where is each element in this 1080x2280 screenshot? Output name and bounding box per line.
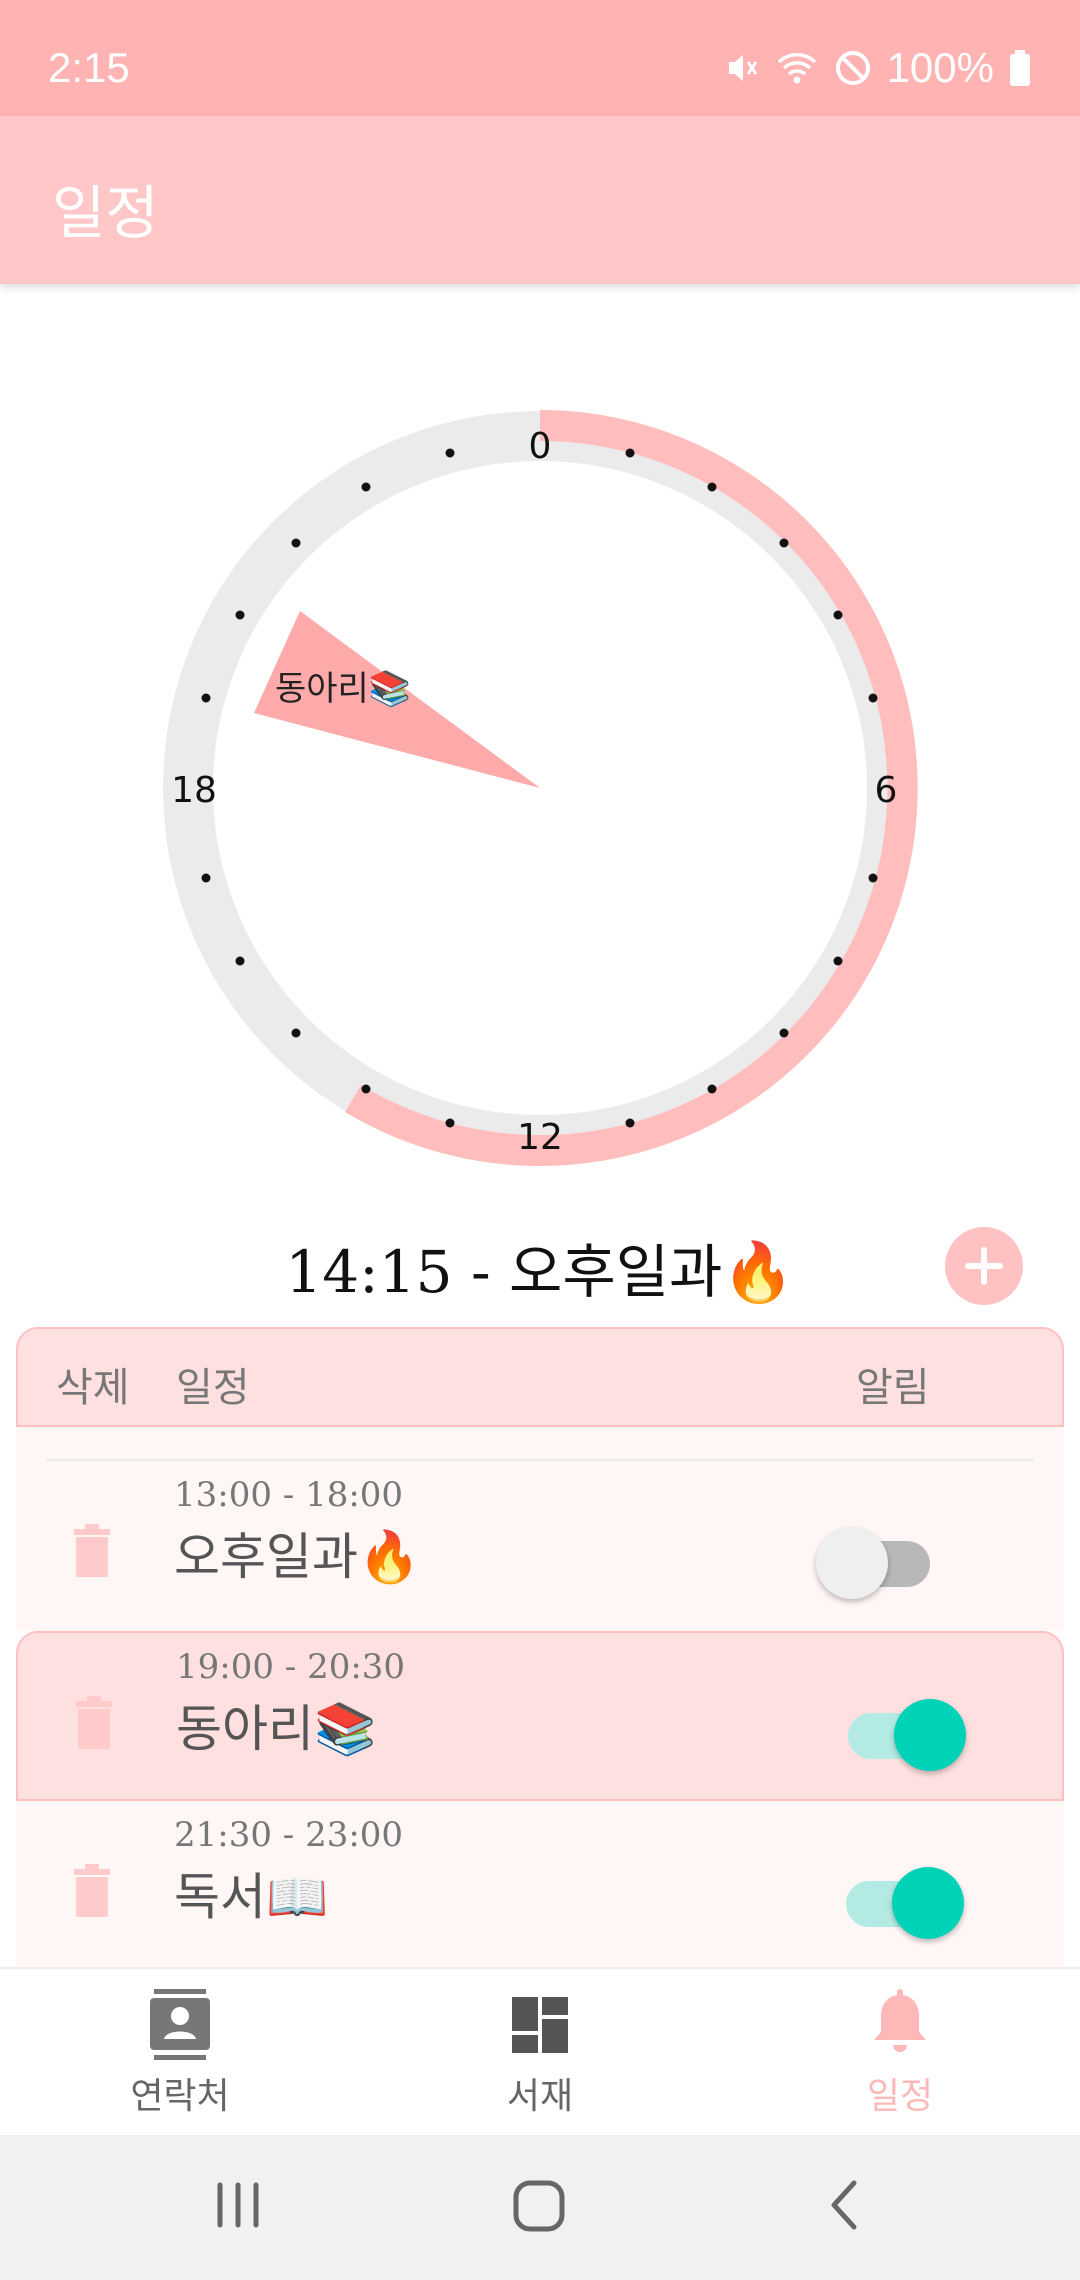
trash-icon[interactable] (72, 1863, 112, 1921)
system-navigation-bar (0, 2135, 1080, 2280)
battery-icon (1008, 48, 1032, 88)
schedule-arc (345, 410, 918, 1166)
nav-item-library[interactable]: 서재 (440, 1989, 640, 2119)
app-bar: 일정 (0, 116, 1080, 284)
toggle-knob (816, 1527, 888, 1599)
alarm-toggle[interactable] (816, 1857, 964, 1939)
bell-icon (874, 1989, 926, 2052)
plus-icon (965, 1247, 1003, 1285)
home-icon[interactable] (508, 2173, 572, 2241)
mute-vibrate-icon (721, 48, 761, 88)
schedule-clock: 동아리📚 0 6 12 18 (0, 290, 1080, 1190)
recents-icon[interactable] (210, 2173, 266, 2241)
dashboard-icon (512, 1997, 568, 2053)
toggle-knob (894, 1699, 966, 1771)
schedule-time: 21:30 - 23:00 (174, 1815, 404, 1855)
status-icons: 100% (721, 44, 1032, 92)
header-alarm: 알림 (856, 1365, 930, 1411)
status-bar: 2:15 100% (0, 0, 1080, 116)
list-item-partial (16, 1427, 1064, 1461)
sector-label: 동아리📚 (275, 669, 411, 709)
page-title: 일정 (52, 179, 159, 247)
back-icon[interactable] (818, 2173, 874, 2241)
nav-item-contacts[interactable]: 연락처 (80, 1989, 280, 2119)
contact-icon (150, 1989, 210, 2060)
status-time: 2:15 (48, 44, 130, 91)
clock-label-6: 6 (875, 770, 898, 811)
list-item[interactable]: 13:00 - 18:00 오후일과🔥 (16, 1461, 1064, 1631)
header-schedule: 일정 (176, 1365, 250, 1411)
toggle-knob (892, 1867, 964, 1939)
header-delete: 삭제 (56, 1365, 130, 1411)
schedule-list[interactable]: 13:00 - 18:00 오후일과🔥 19:00 - 20:30 동아리📚 2… (16, 1427, 1064, 1967)
clock-label-0: 0 (529, 426, 552, 467)
list-item[interactable]: 21:30 - 23:00 독서📖 (16, 1801, 1064, 1967)
trash-icon[interactable] (74, 1695, 114, 1753)
current-schedule-text: 14:15 - 오후일과🔥 (285, 1238, 795, 1306)
schedule-time: 13:00 - 18:00 (174, 1475, 404, 1515)
nav-item-schedule[interactable]: 일정 (800, 1989, 1000, 2119)
schedule-title: 동아리📚 (176, 1700, 377, 1758)
clock-label-18: 18 (171, 770, 217, 811)
do-not-disturb-icon (833, 48, 873, 88)
alarm-toggle[interactable] (818, 1689, 966, 1771)
add-schedule-button[interactable] (945, 1227, 1023, 1305)
clock-svg: 동아리📚 0 6 12 18 (163, 410, 918, 1166)
clock-label-12: 12 (517, 1117, 563, 1158)
table-header: 삭제 일정 알림 (16, 1327, 1064, 1427)
schedule-time: 19:00 - 20:30 (176, 1647, 406, 1687)
wifi-icon (775, 48, 819, 88)
alarm-toggle[interactable] (816, 1517, 956, 1599)
current-schedule: 14:15 - 오후일과🔥 (0, 1215, 1080, 1315)
list-item[interactable]: 19:00 - 20:30 동아리📚 (16, 1631, 1064, 1801)
schedule-title: 오후일과🔥 (174, 1528, 421, 1586)
bottom-navigation: 연락처 서재 일정 (0, 1967, 1080, 2135)
battery-percent: 100% (886, 44, 994, 91)
trash-icon[interactable] (72, 1523, 112, 1581)
schedule-title: 독서📖 (174, 1868, 329, 1926)
nav-label-contacts: 연락처 (130, 2076, 230, 2117)
nav-label-schedule: 일정 (866, 2076, 934, 2117)
nav-label-library: 서재 (506, 2076, 574, 2117)
